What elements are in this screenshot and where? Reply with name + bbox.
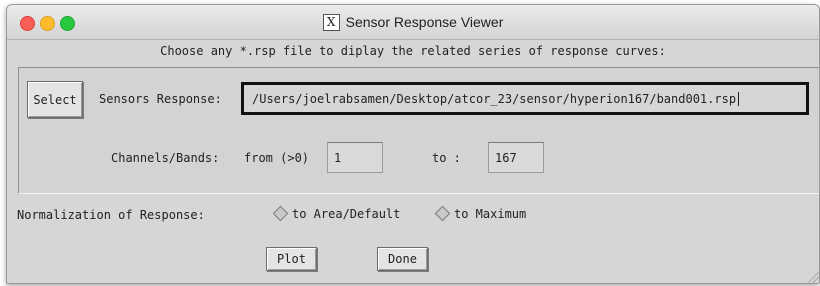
done-button[interactable]: Done xyxy=(377,247,428,271)
file-selection-panel: Select Sensors Response: /Users/joelrabs… xyxy=(18,67,819,194)
channels-bands-label: Channels/Bands: xyxy=(111,151,220,165)
normalization-label: Normalization of Response: xyxy=(17,208,205,222)
from-channel-input[interactable]: 1 xyxy=(327,142,383,173)
title-bar: X Sensor Response Viewer xyxy=(7,5,819,40)
to-label: to : xyxy=(432,151,461,165)
radio-to-maximum-label: to Maximum xyxy=(454,207,527,221)
x11-icon: X xyxy=(322,13,340,31)
radio-area-default[interactable]: to Area/Default xyxy=(272,205,401,221)
window-title: Sensor Response Viewer xyxy=(345,14,504,30)
resize-grip-icon[interactable] xyxy=(807,271,819,283)
sensors-response-input[interactable]: /Users/joelrabsamen/Desktop/atcor_23/sen… xyxy=(241,82,809,115)
from-label: from (>0) xyxy=(244,151,310,165)
to-channel-input[interactable]: 167 xyxy=(488,142,544,173)
from-channel-value: 1 xyxy=(334,150,342,165)
sensor-response-window: X Sensor Response Viewer Choose any *.rs… xyxy=(6,4,820,284)
select-button[interactable]: Select xyxy=(27,81,83,118)
title-group: X Sensor Response Viewer xyxy=(7,5,819,39)
text-cursor xyxy=(738,91,740,106)
radio-area-default-label: to Area/Default xyxy=(292,207,401,221)
to-channel-value: 167 xyxy=(495,150,517,165)
sensors-response-value: /Users/joelrabsamen/Desktop/atcor_23/sen… xyxy=(252,91,737,106)
instruction-text: Choose any *.rsp file to diplay the rela… xyxy=(160,44,666,58)
sensors-response-label: Sensors Response: xyxy=(99,92,222,106)
radio-to-maximum[interactable]: to Maximum xyxy=(434,205,527,221)
radio-diamond-icon xyxy=(434,205,451,221)
radio-diamond-icon xyxy=(272,205,289,221)
plot-button[interactable]: Plot xyxy=(266,247,317,271)
